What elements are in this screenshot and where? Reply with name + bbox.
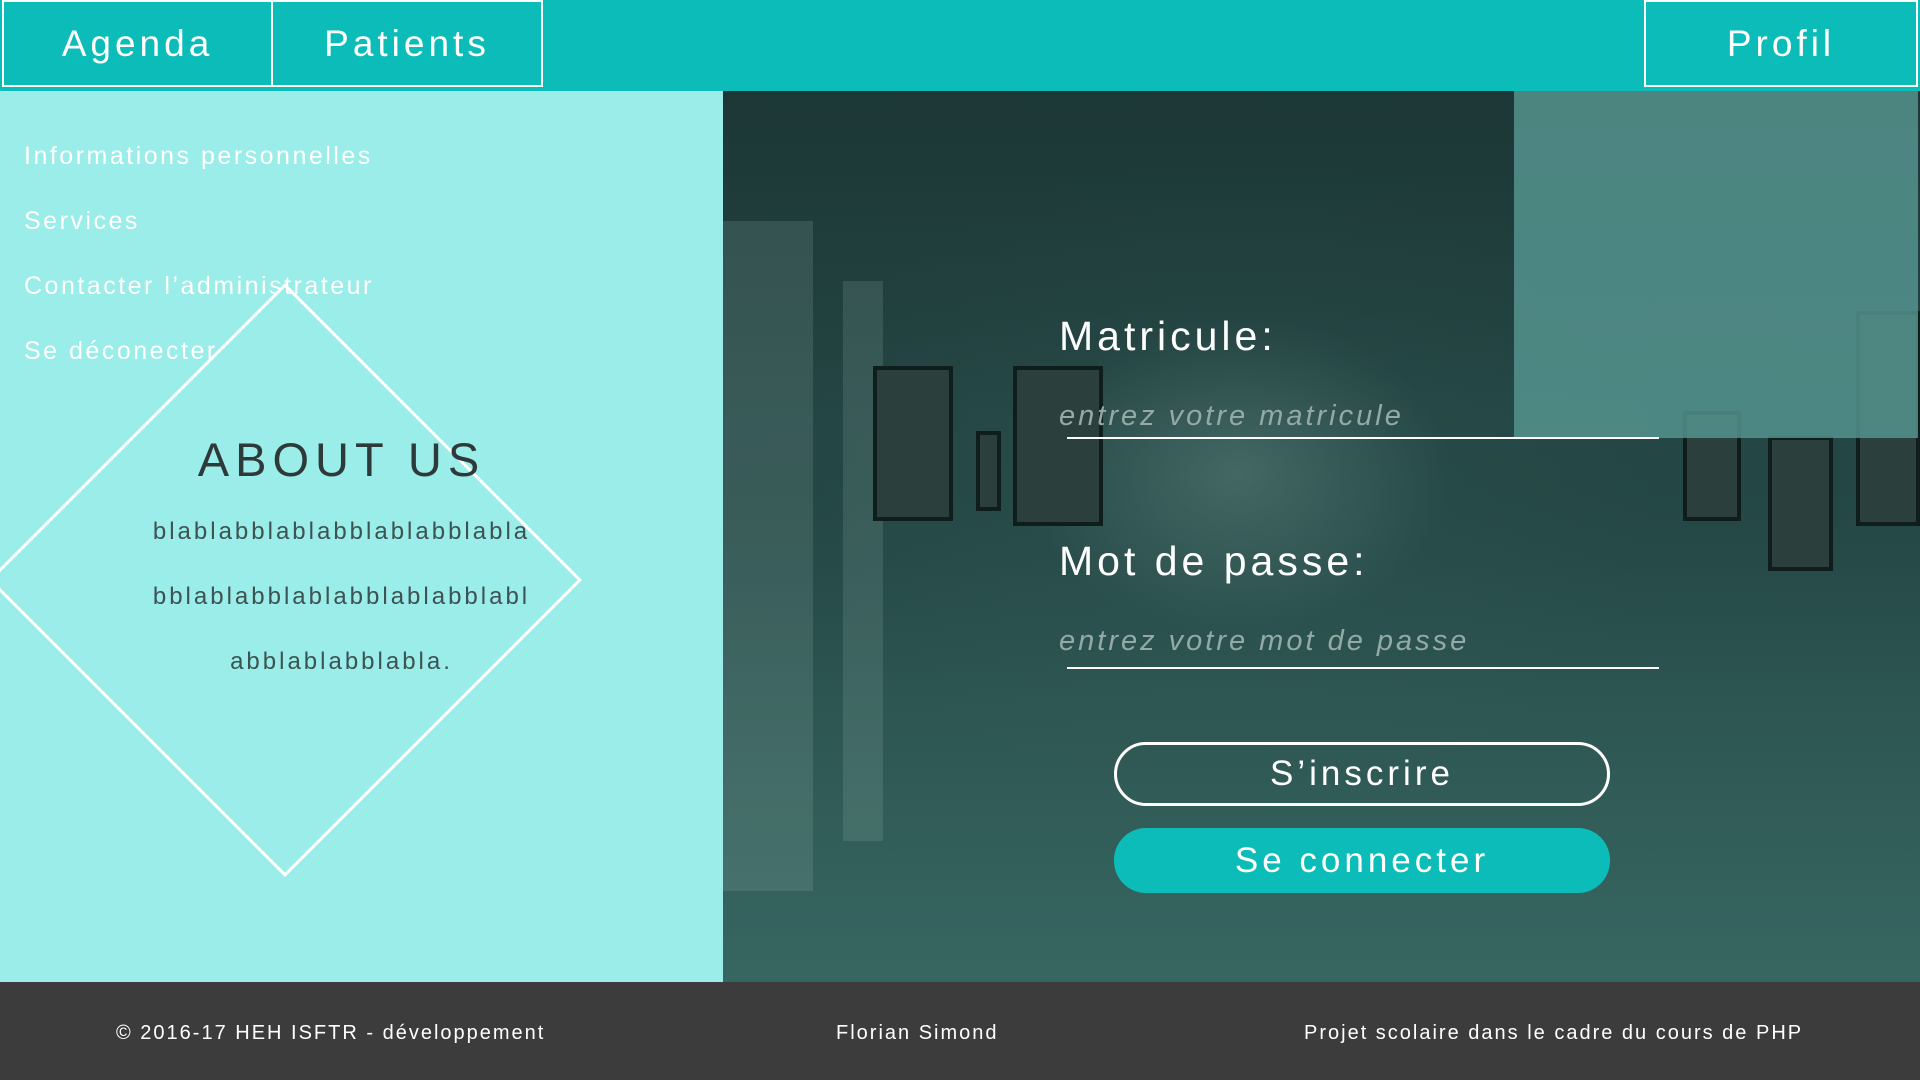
footer-copyright: © 2016-17 HEH ISFTR - développement [116, 1022, 546, 1044]
password-underline [1067, 667, 1659, 669]
footer-project: Projet scolaire dans le cadre du cours d… [1304, 1022, 1804, 1044]
hallway-picture-frame [1013, 366, 1103, 526]
about-title: ABOUT US [197, 433, 486, 486]
hallway-door [843, 281, 883, 841]
matricule-label: Matricule: [1059, 313, 1277, 359]
nav-profil-button[interactable]: Profil [1644, 0, 1918, 87]
password-label: Mot de passe: [1059, 538, 1369, 584]
matricule-input[interactable] [1059, 393, 1659, 439]
hallway-picture-frame [1768, 436, 1833, 571]
top-navigation-bar: Agenda Patients Profil [0, 0, 1920, 91]
register-button[interactable]: S’inscrire [1114, 742, 1610, 806]
about-diamond-frame [0, 283, 582, 877]
menu-item-personal-info[interactable]: Informations personnelles [24, 142, 373, 171]
nav-patients-button[interactable]: Patients [271, 0, 543, 87]
footer-author: Florian Simond [836, 1022, 999, 1044]
password-input[interactable] [1059, 618, 1659, 664]
hallway-door [723, 221, 813, 891]
matricule-underline [1067, 437, 1659, 439]
about-text-line: abblablabblabla. [230, 648, 453, 675]
hallway-picture-frame [873, 366, 953, 521]
about-text-line: bblablabblablabblablabblabl [152, 583, 531, 610]
login-button[interactable]: Se connecter [1114, 828, 1610, 893]
menu-item-contact-admin[interactable]: Contacter l’administrateur [24, 272, 374, 301]
menu-item-services[interactable]: Services [24, 207, 140, 236]
footer: © 2016-17 HEH ISFTR - développement Flor… [0, 982, 1920, 1080]
about-text-line: blablabblablabblablabblabla [152, 518, 531, 545]
profile-dropdown-menu [1514, 91, 1918, 438]
menu-item-logout[interactable]: Se déconecter [24, 337, 218, 366]
nav-agenda-button[interactable]: Agenda [2, 0, 273, 87]
hallway-picture-frame [976, 431, 1001, 511]
